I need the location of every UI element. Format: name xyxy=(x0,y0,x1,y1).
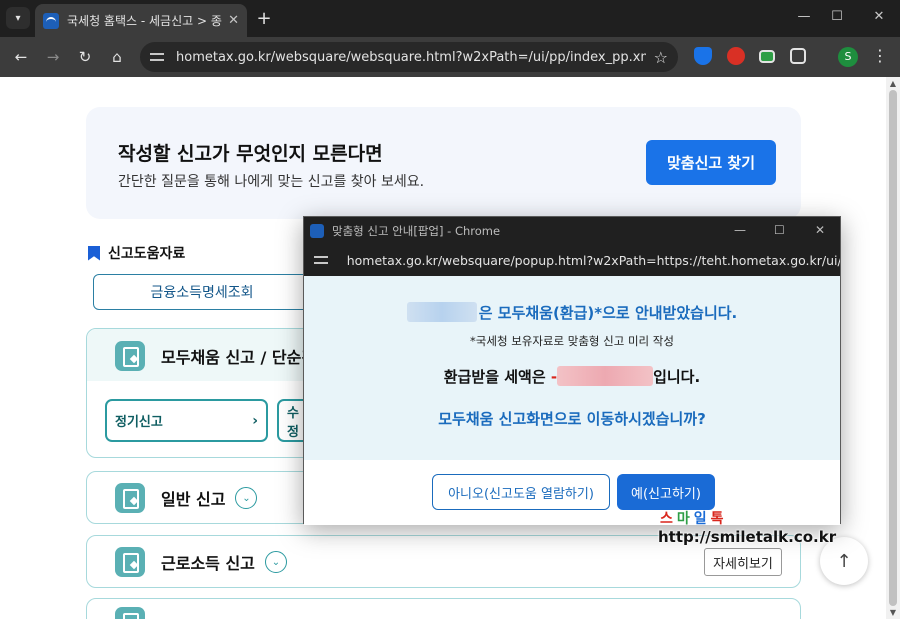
scrollbar-thumb[interactable] xyxy=(889,90,897,606)
watermark-url: http://smiletalk.co.kr xyxy=(658,528,837,546)
popup-window-title: 맞춤형 신고 안내[팝업] - Chrome xyxy=(332,223,501,238)
watermark-char: 마 xyxy=(676,511,694,527)
regular-report-button[interactable]: 정기신고 › xyxy=(105,399,268,442)
tab-search-icon[interactable]: ▾ xyxy=(6,7,30,29)
back-icon[interactable]: ← xyxy=(10,46,32,68)
card-header[interactable] xyxy=(87,607,800,619)
chevron-down-icon[interactable]: ⌄ xyxy=(235,487,258,509)
maximize-icon[interactable]: ☐ xyxy=(774,223,785,237)
banner-subtitle: 간단한 질문을 통해 나에게 맞는 신고를 찾아 보세요. xyxy=(118,174,425,190)
document-edit-icon xyxy=(115,341,145,371)
card-title: 근로소득 신고 xyxy=(161,554,255,573)
maximize-icon[interactable]: ☐ xyxy=(827,9,847,24)
refund-amount-message: 환급받을 세액은 - 입니다. xyxy=(304,366,840,387)
refund-prefix: 환급받을 세액은 xyxy=(443,368,551,386)
new-tab-icon[interactable]: + xyxy=(254,8,274,29)
address-url[interactable]: hometax.go.kr/websquare/websquare.html?w… xyxy=(176,50,646,65)
find-custom-report-button[interactable]: 맞춤신고 찾기 xyxy=(646,140,776,185)
scroll-down-icon[interactable]: ▼ xyxy=(889,609,897,617)
minimize-icon[interactable]: — xyxy=(734,223,746,237)
scroll-up-icon[interactable]: ▲ xyxy=(889,80,897,88)
profile-avatar[interactable]: S xyxy=(838,47,858,67)
no-view-help-button[interactable]: 아니오(신고도움 열람하기) xyxy=(432,474,610,510)
browser-tab[interactable]: 국세청 홈택스 - 세금신고 > 종 ✕ xyxy=(35,4,247,37)
close-window-icon[interactable]: ✕ xyxy=(869,9,889,24)
watermark-logo: 스마일톡 xyxy=(660,508,728,528)
address-bar[interactable]: hometax.go.kr/websquare/websquare.html?w… xyxy=(140,42,678,72)
bookmark-icon xyxy=(88,245,100,261)
card-title: 모두채움 신고 / 단순경 xyxy=(161,348,317,367)
site-settings-icon[interactable] xyxy=(314,253,329,267)
minimize-icon[interactable]: — xyxy=(794,9,814,24)
hometax-favicon-icon xyxy=(310,223,324,238)
guidance-text: 은 모두채움(환급)*으로 안내받았습니다. xyxy=(478,304,738,322)
document-edit-icon xyxy=(115,483,145,513)
green-extension-icon[interactable] xyxy=(759,50,775,63)
hand-extension-icon[interactable] xyxy=(727,47,745,65)
card-title: 일반 신고 xyxy=(161,490,226,509)
popup-titlebar: 맞춤형 신고 안내[팝업] - Chrome — ☐ ✕ xyxy=(304,217,840,244)
redacted-name xyxy=(406,302,477,322)
shield-extension-icon[interactable] xyxy=(694,47,712,65)
popup-message-area: 은 모두채움(환급)*으로 안내받았습니다. *국세청 보유자료로 맞춤형 신고… xyxy=(304,276,840,460)
bookmark-star-icon[interactable]: ☆ xyxy=(654,48,668,67)
redacted-amount xyxy=(557,366,654,386)
guidance-message: 은 모두채움(환급)*으로 안내받았습니다. xyxy=(304,302,840,323)
watermark-char: 스 xyxy=(660,511,677,527)
section-title: 신고도움자료 xyxy=(108,246,186,262)
yes-report-button[interactable]: 예(신고하기) xyxy=(617,474,715,510)
watermark-char: 톡 xyxy=(710,511,728,527)
home-icon[interactable]: ⌂ xyxy=(106,46,128,68)
regular-report-label: 정기신고 xyxy=(115,415,163,430)
chevron-right-icon: › xyxy=(252,412,258,429)
browser-toolbar: ← → ↻ ⌂ hometax.go.kr/websquare/websquar… xyxy=(0,37,900,77)
reload-icon[interactable]: ↻ xyxy=(74,46,96,68)
forward-icon[interactable]: → xyxy=(42,46,64,68)
close-window-icon[interactable]: ✕ xyxy=(815,223,825,237)
popup-url: hometax.go.kr/websquare/popup.html?w2xPa… xyxy=(346,252,840,268)
menu-icon[interactable]: ⋮ xyxy=(872,46,888,65)
tab-strip: ▾ 국세청 홈택스 - 세금신고 > 종 ✕ + — ☐ ✕ xyxy=(0,0,900,37)
popup-button-bar: 아니오(신고도움 열람하기) 예(신고하기) xyxy=(304,460,840,525)
site-settings-icon[interactable] xyxy=(150,50,166,64)
move-confirm-question: 모두채움 신고화면으로 이동하시겠습니까? xyxy=(438,410,706,428)
card-header[interactable]: 근로소득 신고 ⌄ xyxy=(87,547,800,577)
document-edit-icon xyxy=(115,607,145,619)
section-heading: 신고도움자료 xyxy=(88,243,185,263)
tab-close-icon[interactable]: ✕ xyxy=(228,13,239,28)
banner-title: 작성할 신고가 무엇인지 모른다면 xyxy=(118,143,383,165)
popup-address-bar: hometax.go.kr/websquare/popup.html?w2xPa… xyxy=(304,244,840,276)
refund-suffix: 입니다. xyxy=(653,368,701,386)
card-next-report[interactable] xyxy=(86,598,801,619)
details-button[interactable]: 자세히보기 xyxy=(704,548,782,576)
tab-title: 국세청 홈택스 - 세금신고 > 종 xyxy=(67,14,222,28)
extensions-puzzle-icon[interactable] xyxy=(790,48,806,64)
guidance-note: *국세청 보유자료로 맞춤형 신고 미리 작성 xyxy=(470,334,674,348)
custom-report-popup-window: 맞춤형 신고 안내[팝업] - Chrome — ☐ ✕ hometax.go.… xyxy=(303,216,841,525)
chevron-down-icon[interactable]: ⌄ xyxy=(264,551,287,573)
hometax-favicon-icon xyxy=(43,12,59,29)
arrow-up-icon: ↑ xyxy=(836,550,852,572)
watermark-char: 일 xyxy=(693,511,711,527)
custom-report-banner: 작성할 신고가 무엇인지 모른다면 간단한 질문을 통해 나에게 맞는 신고를 … xyxy=(86,107,801,219)
document-edit-icon xyxy=(115,547,145,577)
financial-income-statement-button[interactable]: 금융소득명세조회 xyxy=(93,274,311,310)
